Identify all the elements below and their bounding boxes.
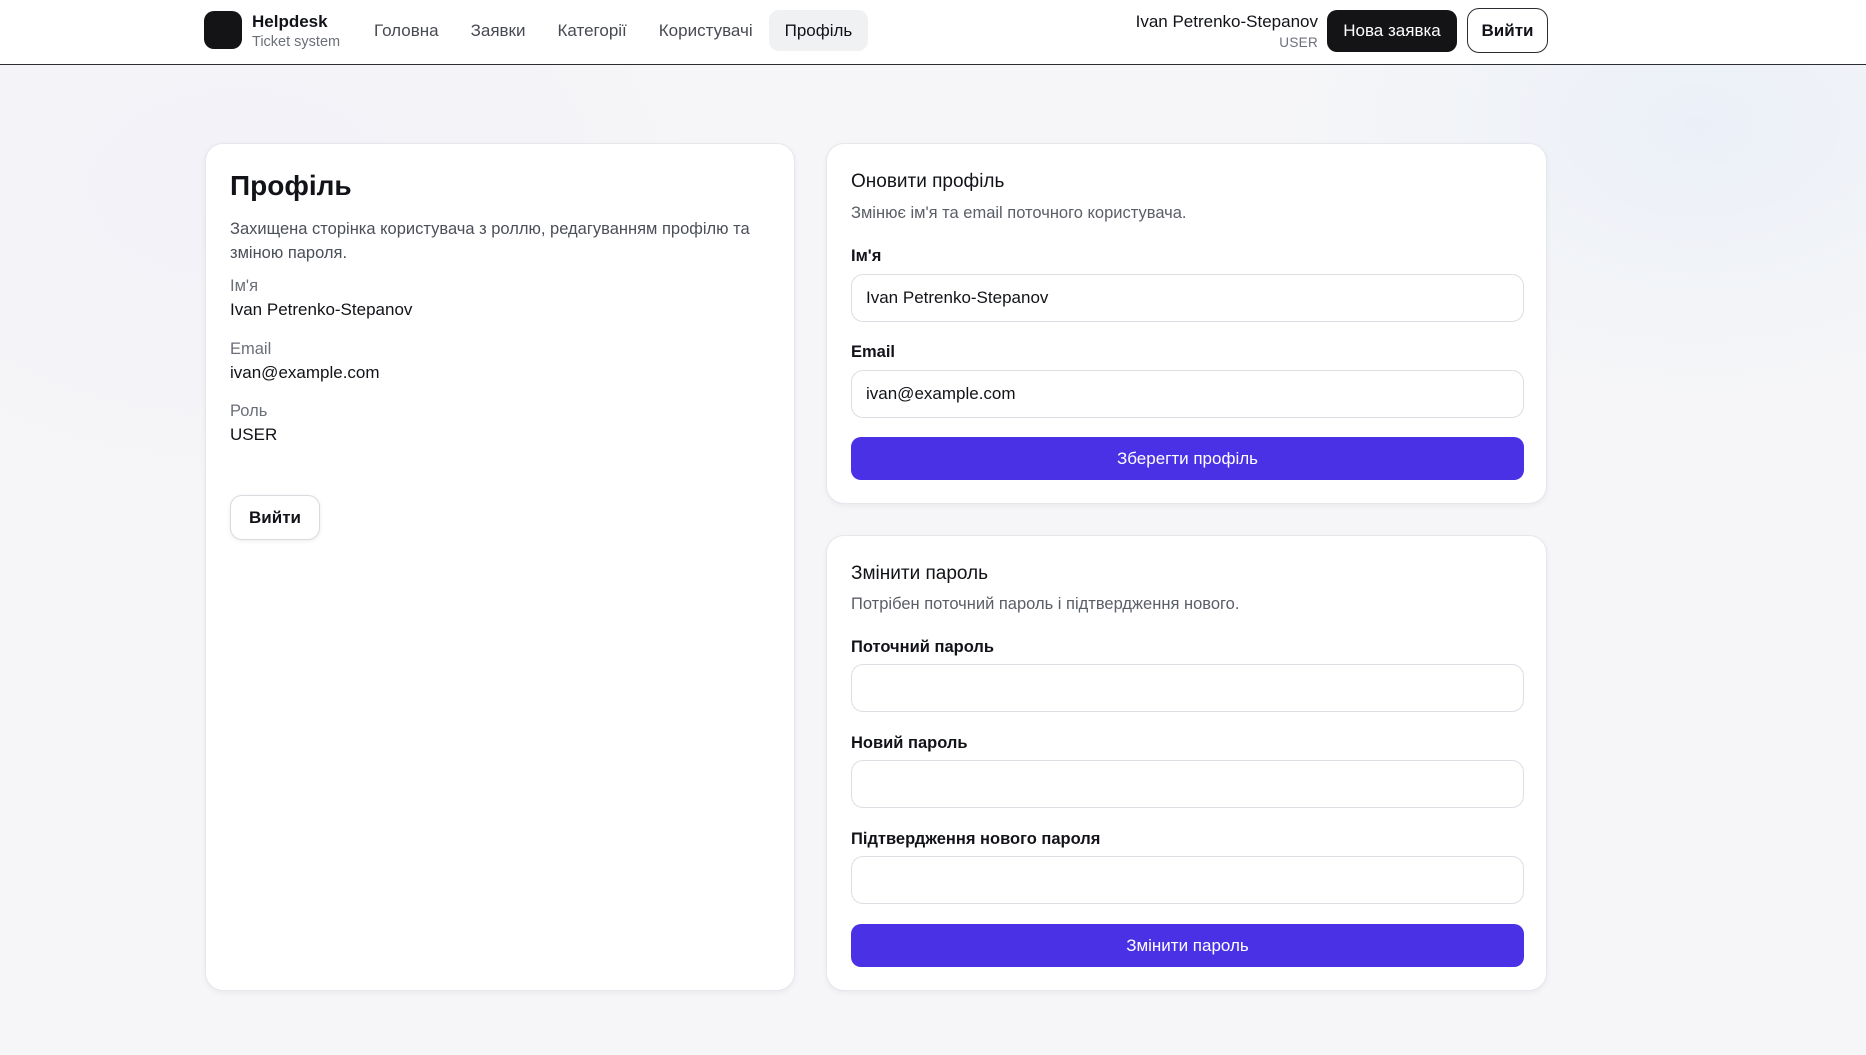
role-value: USER xyxy=(230,425,278,444)
top-header: Helpdesk Ticket system Головна Заявки Ка… xyxy=(0,0,1866,65)
name-input[interactable] xyxy=(851,274,1524,322)
main-nav: Головна Заявки Категорії Користувачі Про… xyxy=(358,10,869,51)
nav-item-users[interactable]: Користувачі xyxy=(643,10,769,51)
page-description: Захищена сторінка користувача з роллю, р… xyxy=(230,220,750,262)
confirm-password-label: Підтвердження нового пароля xyxy=(851,830,1101,848)
update-profile-title: Оновити профіль xyxy=(851,171,1005,192)
brand-subtitle: Ticket system xyxy=(252,34,341,50)
logout-button[interactable]: Вийти xyxy=(230,495,320,540)
nav-item-profile[interactable]: Профіль xyxy=(768,10,869,51)
header-logout-button[interactable]: Вийти xyxy=(1467,8,1548,53)
email-value: ivan@example.com xyxy=(230,363,380,382)
name-value: Ivan Petrenko-Stepanov xyxy=(230,300,413,319)
current-user-role: USER xyxy=(1279,35,1318,50)
save-profile-button[interactable]: Зберегти профіль xyxy=(851,437,1524,480)
current-user-name: Ivan Petrenko-Stepanov xyxy=(1135,12,1318,31)
role-label: Роль xyxy=(230,402,268,420)
change-password-subtitle: Потрібен поточний пароль і підтвердження… xyxy=(851,595,1240,613)
change-password-button[interactable]: Змінити пароль xyxy=(851,924,1524,967)
update-profile-subtitle: Змінює ім'я та email поточного користува… xyxy=(851,204,1187,222)
page-title: Профіль xyxy=(230,170,352,201)
brand-title: Helpdesk xyxy=(252,12,328,31)
email-input[interactable] xyxy=(851,370,1524,418)
new-ticket-button[interactable]: Нова заявка xyxy=(1327,10,1457,52)
logo-icon[interactable] xyxy=(204,11,242,49)
change-password-card: Змінити пароль Потрібен поточний пароль … xyxy=(826,535,1547,991)
email-field-label: Email xyxy=(851,343,896,361)
update-profile-card: Оновити профіль Змінює ім'я та email пот… xyxy=(826,143,1547,504)
current-password-input[interactable] xyxy=(851,664,1524,712)
name-field-label: Ім'я xyxy=(851,247,882,265)
current-password-label: Поточний пароль xyxy=(851,638,994,656)
profile-info-card: Профіль Захищена сторінка користувача з … xyxy=(205,143,795,991)
new-password-label: Новий пароль xyxy=(851,734,968,752)
nav-item-home[interactable]: Головна xyxy=(358,10,455,51)
email-label: Email xyxy=(230,340,272,358)
name-label: Ім'я xyxy=(230,277,259,295)
nav-item-categories[interactable]: Категорії xyxy=(542,10,643,51)
change-password-title: Змінити пароль xyxy=(851,563,989,584)
new-password-input[interactable] xyxy=(851,760,1524,808)
nav-item-tickets[interactable]: Заявки xyxy=(455,10,542,51)
confirm-password-input[interactable] xyxy=(851,856,1524,904)
